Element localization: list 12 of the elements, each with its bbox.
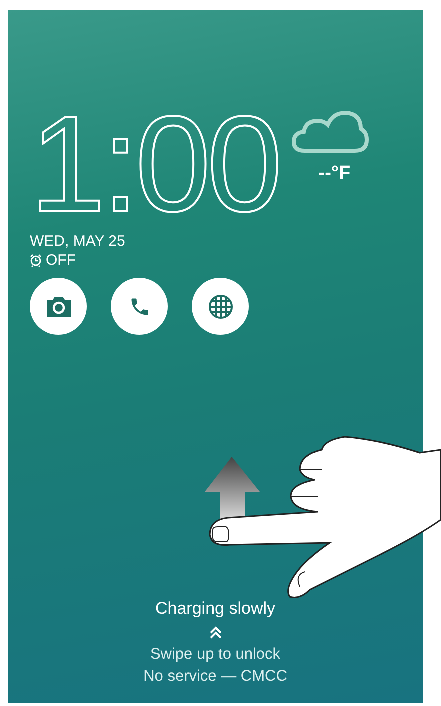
temperature: --°F (318, 162, 351, 186)
date: WED, MAY 25 (29, 232, 126, 251)
charging-status: Charging slowly (156, 598, 276, 620)
globe-icon (208, 294, 234, 320)
alarm-clock-icon (30, 254, 42, 267)
camera-icon (44, 296, 72, 318)
cloud-icon (290, 110, 369, 154)
unlock-hint: Swipe up to unlock (150, 644, 281, 664)
double-chevron-up-icon (208, 626, 222, 640)
clock-time: 1:00 (30, 96, 280, 232)
carrier-status: No service — CMCC (144, 666, 288, 686)
alarm-status: OFF (46, 251, 76, 270)
